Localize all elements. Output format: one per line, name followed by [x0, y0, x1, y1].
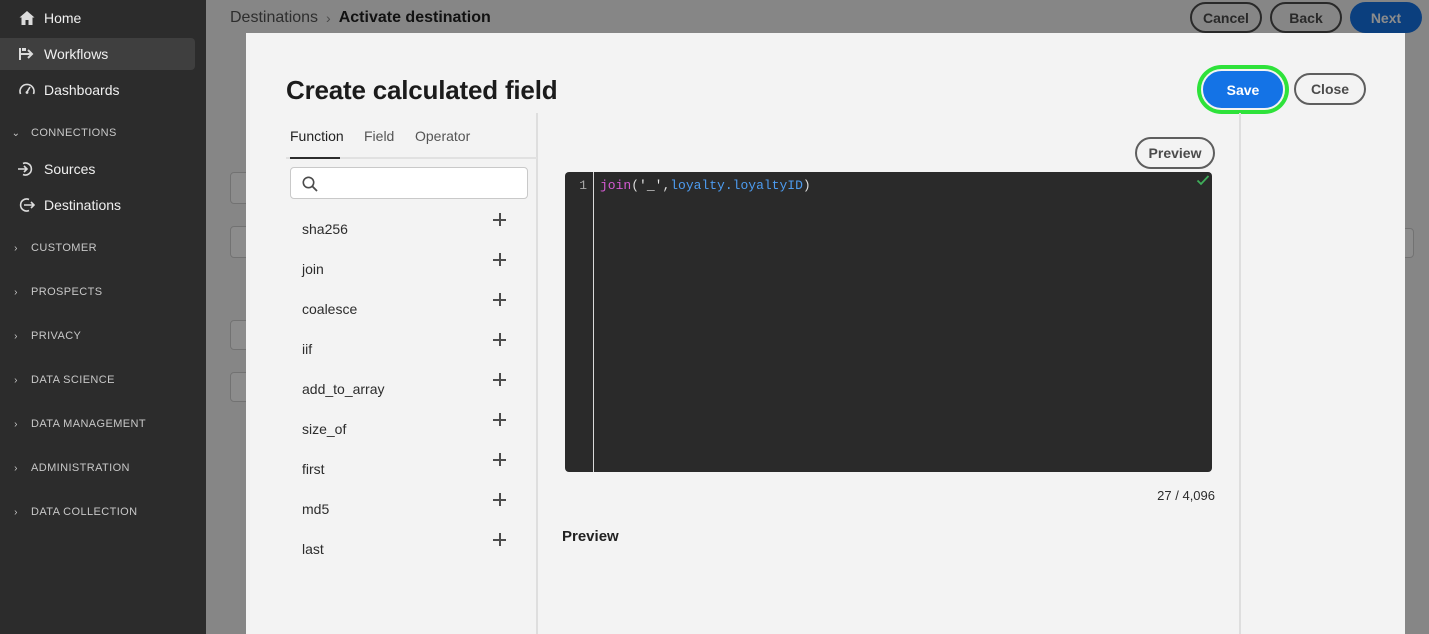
add-icon[interactable]: [492, 252, 508, 268]
add-icon[interactable]: [492, 212, 508, 228]
nav-home[interactable]: Home: [0, 2, 195, 34]
nav-section-label: CUSTOMER: [31, 242, 97, 254]
nav-section-connections[interactable]: ⌄ CONNECTIONS: [0, 123, 200, 143]
function-name: md5: [302, 501, 330, 517]
chevron-right-icon: ›: [14, 418, 18, 430]
nav-workflows[interactable]: Workflows: [0, 38, 195, 70]
calculated-field-dialog: Create calculated field Save Close Funct…: [246, 33, 1405, 634]
home-icon: [18, 9, 36, 27]
nav-dashboards-label: Dashboards: [44, 82, 120, 98]
preview-button[interactable]: Preview: [1135, 137, 1215, 169]
sidebar: Home Workflows Dashboards ⌄ CONNECTIONS …: [0, 0, 206, 634]
nav-section-data-science[interactable]: › DATA SCIENCE: [0, 370, 200, 390]
add-icon[interactable]: [492, 492, 508, 508]
nav-home-label: Home: [44, 10, 82, 26]
dialog-title: Create calculated field: [286, 75, 558, 105]
code-close-paren: ): [802, 178, 811, 193]
function-name: iif: [302, 341, 313, 357]
function-name: join: [302, 261, 324, 277]
chevron-right-icon: ›: [14, 374, 18, 386]
function-name: last: [302, 541, 324, 557]
nav-section-data-collection[interactable]: › DATA COLLECTION: [0, 502, 200, 522]
list-item[interactable]: sha256: [286, 209, 516, 249]
nav-destinations-label: Destinations: [44, 197, 122, 213]
function-name: first: [302, 461, 325, 477]
list-item[interactable]: add_to_array: [286, 369, 516, 409]
nav-section-prospects[interactable]: › PROSPECTS: [0, 282, 200, 302]
add-icon[interactable]: [492, 332, 508, 348]
function-search-field[interactable]: [290, 167, 528, 199]
nav-section-administration[interactable]: › ADMINISTRATION: [0, 458, 200, 478]
nav-section-customer[interactable]: › CUSTOMER: [0, 238, 200, 258]
chevron-right-icon: ›: [14, 506, 18, 518]
sources-icon: [16, 160, 36, 178]
list-item[interactable]: join: [286, 249, 516, 289]
dashboard-gauge-icon: [18, 81, 36, 99]
preview-heading: Preview: [562, 528, 619, 545]
add-icon[interactable]: [492, 292, 508, 308]
panel-divider: [1239, 113, 1241, 634]
list-item[interactable]: md5: [286, 489, 516, 529]
list-item[interactable]: last: [286, 529, 516, 569]
list-item[interactable]: iif: [286, 329, 516, 369]
code-function-token: join: [600, 178, 632, 193]
function-name: sha256: [302, 221, 348, 237]
nav-workflows-label: Workflows: [44, 46, 109, 62]
valid-checkmark-icon: [1196, 175, 1210, 186]
search-input[interactable]: [327, 172, 523, 194]
nav-dashboards[interactable]: Dashboards: [0, 74, 195, 106]
destinations-icon: [16, 196, 36, 214]
code-field-token: loyalty.loyaltyID: [670, 178, 803, 193]
tab-bar: Function Field Operator: [286, 113, 537, 159]
code-open-paren: (: [631, 178, 640, 193]
chevron-right-icon: ›: [14, 330, 18, 342]
line-number: 1: [579, 178, 587, 193]
nav-section-privacy[interactable]: › PRIVACY: [0, 326, 200, 346]
search-icon: [302, 176, 318, 192]
editor-code[interactable]: join('_',loyalty.loyaltyID): [600, 178, 811, 193]
add-icon[interactable]: [492, 532, 508, 548]
chevron-right-icon: ›: [14, 286, 18, 298]
nav-sources[interactable]: Sources: [0, 155, 195, 183]
nav-section-connections-label: CONNECTIONS: [31, 127, 117, 139]
save-button[interactable]: Save: [1201, 69, 1285, 110]
list-item[interactable]: first: [286, 449, 516, 489]
code-string-token: '_': [639, 178, 663, 193]
nav-destinations[interactable]: Destinations: [0, 191, 195, 219]
add-icon[interactable]: [492, 372, 508, 388]
nav-section-data-management[interactable]: › DATA MANAGEMENT: [0, 414, 200, 434]
function-name: add_to_array: [302, 381, 385, 397]
list-item[interactable]: coalesce: [286, 289, 516, 329]
chevron-down-icon: ⌄: [11, 127, 21, 139]
function-name: coalesce: [302, 301, 358, 317]
function-name: size_of: [302, 421, 347, 437]
tab-selected-indicator: [290, 157, 340, 159]
nav-section-label: DATA COLLECTION: [31, 506, 138, 518]
editor-gutter: 1: [565, 172, 594, 472]
tab-field[interactable]: Field: [364, 128, 394, 144]
panel-divider: [536, 113, 538, 634]
tab-function[interactable]: Function: [290, 128, 344, 144]
nav-section-label: DATA MANAGEMENT: [31, 418, 146, 430]
add-icon[interactable]: [492, 452, 508, 468]
close-button[interactable]: Close: [1294, 73, 1366, 105]
tab-operator[interactable]: Operator: [415, 128, 470, 144]
code-editor[interactable]: 1 join('_',loyalty.loyaltyID): [565, 172, 1212, 472]
character-count: 27 / 4,096: [1157, 488, 1215, 503]
nav-sources-label: Sources: [44, 161, 96, 177]
nav-section-label: DATA SCIENCE: [31, 374, 115, 386]
nav-section-label: PRIVACY: [31, 330, 82, 342]
nav-section-label: PROSPECTS: [31, 286, 103, 298]
workflows-icon: [18, 45, 36, 63]
nav-section-label: ADMINISTRATION: [31, 462, 130, 474]
chevron-right-icon: ›: [14, 462, 18, 474]
chevron-right-icon: ›: [14, 242, 18, 254]
add-icon[interactable]: [492, 412, 508, 428]
list-item[interactable]: size_of: [286, 409, 516, 449]
